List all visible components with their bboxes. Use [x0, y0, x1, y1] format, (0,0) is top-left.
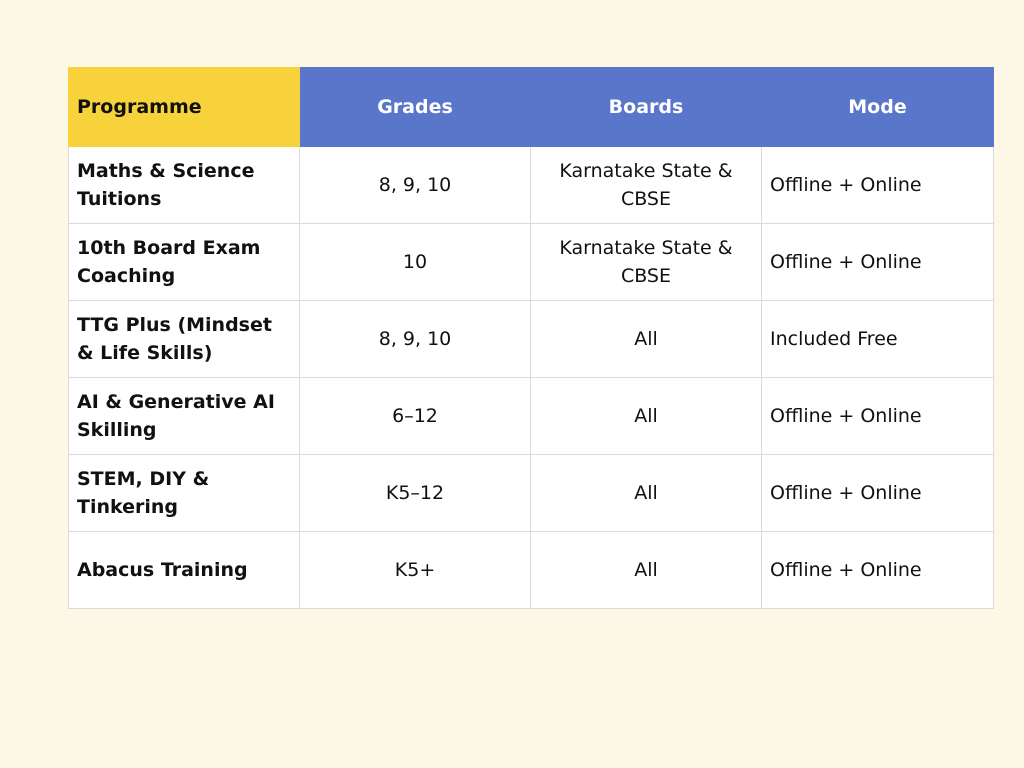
boards-cell: All — [530, 377, 762, 455]
grades-cell: K5–12 — [299, 454, 531, 532]
grades-cell: K5+ — [299, 531, 531, 609]
table-header-row: Programme Grades Boards Mode — [68, 67, 994, 147]
header-mode: Mode — [761, 67, 994, 147]
boards-cell: All — [530, 300, 762, 378]
table-row: Abacus Training K5+ All Offline + Online — [68, 531, 994, 609]
programme-cell: Maths & Science Tuitions — [68, 146, 300, 224]
header-programme: Programme — [68, 67, 300, 147]
programme-cell: 10th Board Exam Coaching — [68, 223, 300, 301]
mode-cell: Offline + Online — [761, 146, 994, 224]
programme-table: Programme Grades Boards Mode Maths & Sci… — [68, 67, 994, 609]
grades-cell: 8, 9, 10 — [299, 300, 531, 378]
mode-cell: Offline + Online — [761, 454, 994, 532]
table-row: AI & Generative AI Skilling 6–12 All Off… — [68, 377, 994, 455]
boards-cell: All — [530, 531, 762, 609]
boards-cell: Karnatake State & CBSE — [530, 223, 762, 301]
mode-cell: Included Free — [761, 300, 994, 378]
programme-cell: STEM, DIY & Tinkering — [68, 454, 300, 532]
table-row: STEM, DIY & Tinkering K5–12 All Offline … — [68, 454, 994, 532]
grades-cell: 8, 9, 10 — [299, 146, 531, 224]
programme-cell: AI & Generative AI Skilling — [68, 377, 300, 455]
header-grades: Grades — [299, 67, 531, 147]
programme-cell: Abacus Training — [68, 531, 300, 609]
grades-cell: 10 — [299, 223, 531, 301]
programme-cell: TTG Plus (Mindset & Life Skills) — [68, 300, 300, 378]
boards-cell: Karnatake State & CBSE — [530, 146, 762, 224]
boards-cell: All — [530, 454, 762, 532]
header-boards: Boards — [530, 67, 762, 147]
mode-cell: Offline + Online — [761, 223, 994, 301]
table-row: TTG Plus (Mindset & Life Skills) 8, 9, 1… — [68, 300, 994, 378]
table-row: Maths & Science Tuitions 8, 9, 10 Karnat… — [68, 146, 994, 224]
mode-cell: Offline + Online — [761, 377, 994, 455]
mode-cell: Offline + Online — [761, 531, 994, 609]
table-row: 10th Board Exam Coaching 10 Karnatake St… — [68, 223, 994, 301]
grades-cell: 6–12 — [299, 377, 531, 455]
